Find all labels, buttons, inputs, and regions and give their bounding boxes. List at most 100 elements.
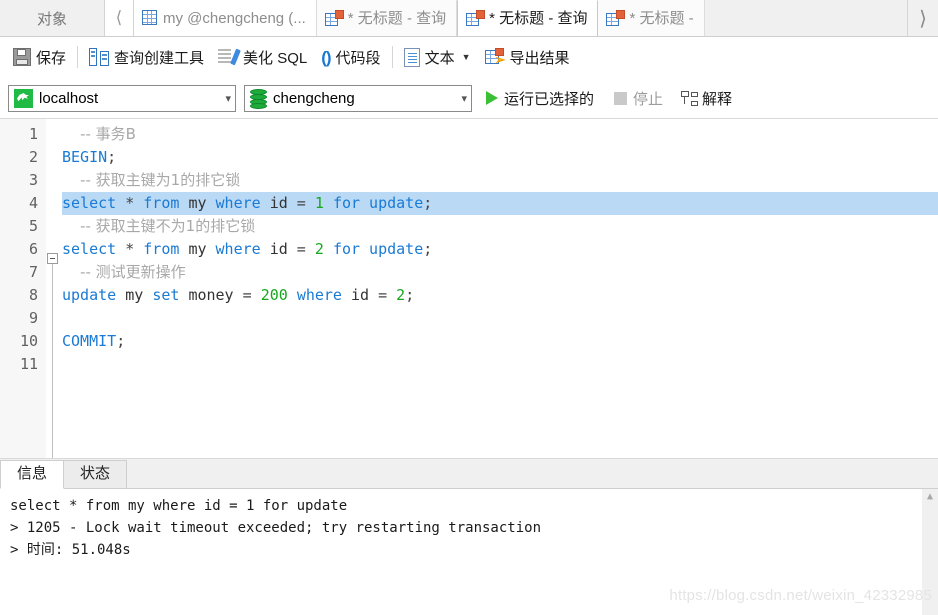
tab-connection-my[interactable]: my @chengcheng (... bbox=[134, 0, 317, 36]
editor-line: 7 -- 测试更新操作 bbox=[0, 261, 938, 284]
code-token: select bbox=[62, 194, 117, 212]
tab-scroll-left-button[interactable]: ⟨ bbox=[105, 0, 134, 36]
mysql-query-window: 对象 ⟨ my @chengcheng (... * 无标题 - 查询 * 无标… bbox=[0, 0, 938, 615]
editor-line: 4 select * from my where id = 1 for updat… bbox=[0, 192, 938, 215]
host-select[interactable]: localhost ▾ bbox=[8, 84, 236, 112]
save-label: 保存 bbox=[36, 49, 67, 67]
export-result-button[interactable]: ➢ 导出结果 bbox=[478, 44, 577, 71]
code-token: id bbox=[269, 194, 288, 212]
tab-bar: 对象 ⟨ my @chengcheng (... * 无标题 - 查询 * 无标… bbox=[0, 0, 938, 37]
tab-status[interactable]: 状态 bbox=[63, 460, 128, 488]
code-token: from bbox=[143, 194, 180, 212]
database-value: chengcheng bbox=[273, 89, 355, 107]
code-token: ; bbox=[405, 286, 415, 304]
line-code: -- 事务B bbox=[62, 123, 938, 146]
tab-object[interactable]: 对象 bbox=[0, 0, 105, 36]
beautify-sql-button[interactable]: 美化 SQL bbox=[211, 44, 314, 71]
code-token: 2 bbox=[396, 286, 406, 304]
editor-line: 6 select * from my where id = 2 for updat… bbox=[0, 238, 938, 261]
code-token: BEGIN bbox=[62, 148, 108, 166]
chevron-down-icon[interactable]: ▼ bbox=[462, 52, 471, 62]
code-token: = bbox=[233, 286, 261, 304]
line-number: 7 bbox=[28, 263, 38, 281]
editor-line: 11 bbox=[0, 353, 938, 376]
sql-editor[interactable]: 1 -- 事务B 2 BEGIN; 3 -- 获取主键为1的排它锁 4 select * … bbox=[0, 119, 938, 459]
tab-label: * 无标题 - 查询 bbox=[489, 10, 588, 27]
code-token: COMMIT bbox=[62, 332, 117, 350]
stop-icon bbox=[614, 91, 628, 105]
editor-line: 3 -- 获取主键为1的排它锁 bbox=[0, 169, 938, 192]
query-builder-button[interactable]: 查询创建工具 bbox=[82, 44, 211, 71]
code-token: update bbox=[62, 286, 117, 304]
host-value: localhost bbox=[39, 89, 99, 107]
editor-line: 1 -- 事务B bbox=[0, 123, 938, 146]
save-button[interactable]: 保存 bbox=[6, 44, 73, 71]
tab-info-label: 信息 bbox=[17, 465, 48, 482]
editor-lines: 1 -- 事务B 2 BEGIN; 3 -- 获取主键为1的排它锁 4 select * … bbox=[0, 123, 938, 376]
tab-label: my @chengcheng (... bbox=[163, 9, 306, 27]
toolbar-divider bbox=[391, 46, 393, 68]
export-icon: ➢ bbox=[484, 48, 506, 66]
line-number: 9 bbox=[28, 309, 38, 327]
code-token: -- 事务B bbox=[80, 125, 136, 143]
code-token: = bbox=[369, 286, 397, 304]
tab-info[interactable]: 信息 bbox=[0, 460, 65, 489]
beautify-sql-icon bbox=[218, 48, 241, 66]
code-snippet-label: 代码段 bbox=[335, 49, 381, 67]
chevron-down-icon: ▾ bbox=[225, 92, 231, 105]
tab-query-3[interactable]: * 无标题 - bbox=[598, 0, 705, 36]
result-output[interactable]: select * from my where id = 1 for update… bbox=[0, 489, 938, 615]
code-token: 2 bbox=[314, 240, 324, 258]
text-format-button[interactable]: 文本 ▼ bbox=[397, 44, 478, 71]
stop-button: 停止 bbox=[608, 86, 669, 111]
code-token: set bbox=[152, 286, 180, 304]
tab-scroll-right-button[interactable]: ⟩ bbox=[907, 0, 938, 36]
toolbar: 保存 查询创建工具 美化 SQL () 代码段 文本 ▼ ➢ 导出结果 bbox=[0, 37, 938, 78]
line-number: 3 bbox=[28, 171, 38, 189]
code-token: ; bbox=[423, 240, 433, 258]
query-table-icon bbox=[324, 9, 344, 27]
line-code: select * from my where id = 1 for update… bbox=[62, 192, 938, 215]
editor-line: 10 COMMIT; bbox=[0, 330, 938, 353]
tab-query-1[interactable]: * 无标题 - 查询 bbox=[316, 0, 458, 36]
code-token: id bbox=[351, 286, 370, 304]
line-code: -- 获取主键为1的排它锁 bbox=[62, 169, 938, 192]
stop-label: 停止 bbox=[633, 90, 664, 108]
result-line: > 1205 - Lock wait timeout exceeded; try… bbox=[10, 520, 542, 536]
editor-line: 5 -- 获取主键不为1的排它锁 bbox=[0, 215, 938, 238]
explain-button[interactable]: 解释 bbox=[677, 86, 736, 111]
result-panel: 信息 状态 select * from my where id = 1 for … bbox=[0, 459, 938, 615]
chevron-down-icon: ▾ bbox=[461, 92, 467, 105]
line-number: 4 bbox=[28, 194, 38, 212]
code-snippet-button[interactable]: () 代码段 bbox=[314, 44, 387, 71]
line-code: COMMIT; bbox=[62, 330, 938, 353]
chevron-up-icon[interactable]: ▲ bbox=[922, 489, 938, 505]
code-token: my bbox=[188, 194, 207, 212]
code-token: 1 bbox=[314, 194, 324, 212]
export-result-label: 导出结果 bbox=[509, 49, 570, 67]
database-select[interactable]: chengcheng ▾ bbox=[244, 84, 472, 112]
tab-status-label: 状态 bbox=[80, 465, 111, 482]
code-token: 200 bbox=[260, 286, 288, 304]
mysql-dolphin-icon bbox=[14, 88, 33, 108]
line-number: 5 bbox=[28, 217, 38, 235]
tab-label: * 无标题 - bbox=[629, 9, 694, 27]
tab-object-label: 对象 bbox=[36, 10, 67, 28]
run-selected-button[interactable]: 运行已选择的 bbox=[480, 86, 600, 111]
result-line: select * from my where id = 1 for update bbox=[10, 498, 348, 514]
tab-query-2[interactable]: * 无标题 - 查询 bbox=[457, 0, 599, 36]
code-token: ; bbox=[116, 332, 126, 350]
result-line: > 时间: 51.048s bbox=[10, 542, 131, 558]
code-token: ; bbox=[423, 194, 433, 212]
